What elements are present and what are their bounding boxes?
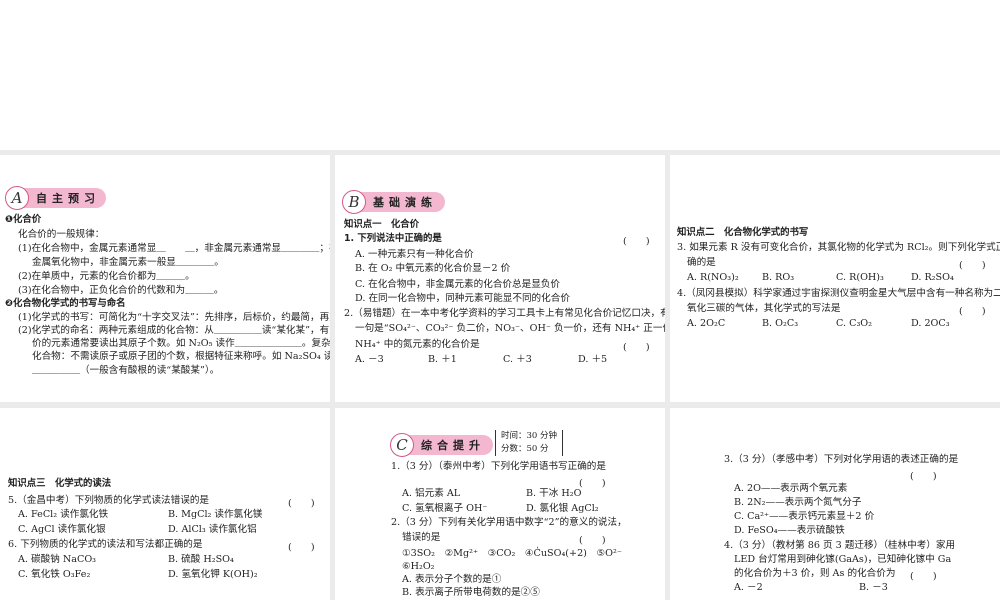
question-4: 4.（3 分）（教材第 86 页 3 题迁移）（桂林中考）家用 bbox=[724, 540, 956, 551]
text-line: 错误的是 bbox=[402, 532, 441, 543]
option: B. 表示离子所带电荷数的是②⑤ bbox=[402, 587, 540, 598]
text-line: 化合物：不需读原子或原子团的个数，根据特征来称呼。如 Na₂SO₄ 读作 bbox=[32, 351, 330, 362]
text-line: 的化合价为＋3 价，则 As 的化合价为 bbox=[734, 568, 896, 579]
slide-basic-practice: B 基础演练 知识点一 化合价 1. 下列说法中正确的是 ( ) A. 一种元素只… bbox=[335, 155, 665, 402]
knowledge-heading: 知识点三 化学式的读法 bbox=[8, 478, 112, 489]
answer-blank: ( ) bbox=[288, 498, 315, 509]
option: B. －3 bbox=[859, 582, 888, 593]
slide-comprehensive: C 综合提升 时间：30 分钟 分数：50 分 1.（3 分）（泰州中考）下列化学用… bbox=[335, 408, 665, 600]
badge-title: 自主预习 bbox=[36, 192, 100, 205]
answer-blank: ( ) bbox=[910, 571, 937, 582]
option: B. 干冰 H₂O bbox=[526, 488, 582, 499]
question-6: 6. 下列物质的化学式的读法和写法都正确的是 bbox=[8, 539, 203, 550]
option: B. MgCl₂ 读作氯化镁 bbox=[168, 509, 263, 520]
section-badge-a: A 自主预习 bbox=[5, 186, 106, 210]
option: D. ＋5 bbox=[578, 354, 608, 365]
option: D. 在同一化合物中，同种元素可能显不同的化合价 bbox=[355, 293, 570, 304]
option: A. 2O——表示两个氧元素 bbox=[734, 483, 848, 494]
score-total: 分数：50 分 bbox=[501, 444, 549, 454]
text-line: (1)化学式的书写：可简化为“十字交叉法”：先排序，后标价，约最简，再交叉。 bbox=[18, 312, 330, 323]
formula-list: ⑥H₂O₂ bbox=[402, 561, 435, 572]
slide-preview-study: A 自主预习 ❶化合价 化合价的一般规律： (1)在化合物中，金属元素通常显＿ ＿… bbox=[0, 155, 330, 402]
option: D. 氢氧化钾 K(OH)₂ bbox=[168, 569, 258, 580]
option: C. C₃O₂ bbox=[836, 318, 872, 329]
text-line: 氧化三碳的气体，其化学式的写法是 bbox=[687, 303, 841, 314]
option: A. 表示分子个数的是① bbox=[402, 574, 502, 585]
answer-blank: ( ) bbox=[623, 236, 650, 247]
section-heading: ❶化合价 bbox=[5, 214, 42, 225]
text-line: 化合价的一般规律： bbox=[18, 229, 105, 240]
text-line: (2)化学式的命名：两种元素组成的化合物：从＿＿＿＿＿读“某化某”，有变 bbox=[18, 325, 330, 336]
option: B. 在 O₂ 中氧元素的化合价显－2 价 bbox=[355, 263, 511, 274]
option: C. R(OH)₃ bbox=[836, 272, 884, 283]
text-line: (1)在化合物中，金属元素通常显＿ ＿，非金属元素通常显＿＿＿＿；在非 bbox=[18, 243, 330, 254]
badge-title: 综合提升 bbox=[421, 439, 485, 452]
option: A. －2 bbox=[734, 582, 763, 593]
answer-blank: ( ) bbox=[579, 478, 606, 489]
question-2: 2.（3 分）下列有关化学用语中数字“2”的意义的说法， bbox=[391, 517, 627, 528]
answer-blank: ( ) bbox=[910, 471, 937, 482]
option: D. FeSO₄——表示硫酸铁 bbox=[734, 525, 845, 536]
slide-formula-reading: 知识点三 化学式的读法 5.（金昌中考）下列物质的化学式读法错误的是 ( ) A… bbox=[0, 408, 330, 600]
option: A. 2O₂C bbox=[687, 318, 726, 329]
option: A. FeCl₂ 读作氯化铁 bbox=[18, 509, 109, 520]
answer-blank: ( ) bbox=[288, 542, 315, 553]
answer-blank: ( ) bbox=[959, 260, 986, 271]
badge-title: 基础演练 bbox=[373, 196, 437, 209]
slide-formula-writing: 知识点二 化合物化学式的书写 3. 如果元素 R 没有可变化合价，其氯化物的化学… bbox=[670, 155, 1000, 402]
badge-letter: B bbox=[342, 190, 366, 214]
option: D. R₂SO₄ bbox=[911, 272, 954, 283]
question-2: 2.（易错题）在一本中考化学资料的学习工具卡上有常见化合价记忆口决，有 bbox=[344, 308, 665, 319]
section-heading: ❷化合物化学式的书写与命名 bbox=[5, 298, 126, 309]
option: C. 氢氧根离子 OH⁻ bbox=[402, 503, 488, 514]
text-line: (2)在单质中，元素的化合价都为＿＿＿。 bbox=[18, 271, 195, 282]
option: A. －3 bbox=[355, 354, 384, 365]
section-badge-b: B 基础演练 bbox=[342, 190, 445, 214]
formula-list: ①3SO₂ ②Mg²⁺ ③CO₂ ④C̍uSO₄(+2) ⑤O²⁻ bbox=[402, 548, 622, 559]
option: C. ＋3 bbox=[503, 354, 532, 365]
text-line: 金属氧化物中，非金属元素一般显＿＿＿＿。 bbox=[32, 257, 224, 268]
slide-comprehensive-continued: 3.（3 分）（孝感中考）下列对化学用语的表述正确的是 ( ) A. 2O——表… bbox=[670, 408, 1000, 600]
text-line: LED 台灯常用到砷化镓(GaAs)，已知砷化镓中 Ga bbox=[734, 554, 952, 565]
text-line: 价的元素通常要读出其原子个数。如 N₂O₅ 读作＿＿＿＿＿＿＿。复杂 bbox=[32, 338, 330, 349]
answer-blank: ( ) bbox=[579, 535, 606, 546]
option: A. 碳酸钠 NaCO₃ bbox=[18, 554, 97, 565]
question-4: 4.（凤冈县模拟）科学家通过宇宙探测仪查明金星大气层中含有一种名称为二 bbox=[677, 288, 1000, 299]
text-line: NH₄⁺ 中的氮元素的化合价是 bbox=[355, 339, 480, 350]
answer-blank: ( ) bbox=[623, 342, 650, 353]
answer-blank: ( ) bbox=[959, 306, 986, 317]
option: D. AlCl₃ 读作氯化铝 bbox=[168, 524, 257, 535]
option: C. 在化合物中，非金属元素的化合价总是显负价 bbox=[355, 279, 560, 290]
text-line: 确的是 bbox=[687, 257, 716, 268]
text-line: (3)在化合物中，正负化合价的代数和为＿＿＿。 bbox=[18, 285, 224, 296]
question-5: 5.（金昌中考）下列物质的化学式读法错误的是 bbox=[8, 495, 210, 506]
question-3: 3. 如果元素 R 没有可变化合价，其氯化物的化学式为 RCl₂。则下列化学式正 bbox=[677, 242, 1000, 253]
question-1: 1.（3 分）（泰州中考）下列化学用语书写正确的是 bbox=[391, 461, 606, 472]
option: A. R(NO₃)₂ bbox=[687, 272, 739, 283]
option: A. 铝元素 AL bbox=[402, 488, 461, 499]
time-score-box: 时间：30 分钟 分数：50 分 bbox=[495, 430, 564, 456]
option: C. 氧化铁 O₃Fe₂ bbox=[18, 569, 91, 580]
question-1: 1. 下列说法中正确的是 bbox=[344, 233, 442, 244]
badge-letter: C bbox=[390, 433, 414, 457]
text-line: ＿＿＿＿＿（一般含有酸根的读“某酸某”）。 bbox=[32, 365, 220, 376]
option: C. AgCl 读作氯化银 bbox=[18, 524, 106, 535]
knowledge-heading: 知识点一 化合价 bbox=[344, 219, 420, 230]
option: B. O₂C₃ bbox=[762, 318, 799, 329]
text-line: 一句是“SO₄²⁻、CO₃²⁻ 负二价，NO₃⁻、OH⁻ 负一价，还有 NH₄⁺… bbox=[355, 323, 665, 334]
option: D. 氯化银 AgCl₂ bbox=[526, 503, 599, 514]
badge-letter: A bbox=[5, 186, 29, 210]
option: C. Ca²⁺——表示钙元素显＋2 价 bbox=[734, 511, 875, 522]
option: B. RO₃ bbox=[762, 272, 795, 283]
option: B. 2N₂——表示两个氮气分子 bbox=[734, 497, 862, 508]
option: B. ＋1 bbox=[428, 354, 457, 365]
question-3: 3.（3 分）（孝感中考）下列对化学用语的表述正确的是 bbox=[724, 454, 959, 465]
knowledge-heading: 知识点二 化合物化学式的书写 bbox=[677, 227, 809, 238]
time-limit: 时间：30 分钟 bbox=[501, 431, 558, 441]
section-badge-c: C 综合提升 bbox=[390, 433, 493, 457]
blank-header-area bbox=[0, 0, 1000, 150]
option: D. 2OC₃ bbox=[911, 318, 950, 329]
option: A. 一种元素只有一种化合价 bbox=[355, 249, 474, 260]
option: B. 硫酸 H₂SO₄ bbox=[168, 554, 234, 565]
